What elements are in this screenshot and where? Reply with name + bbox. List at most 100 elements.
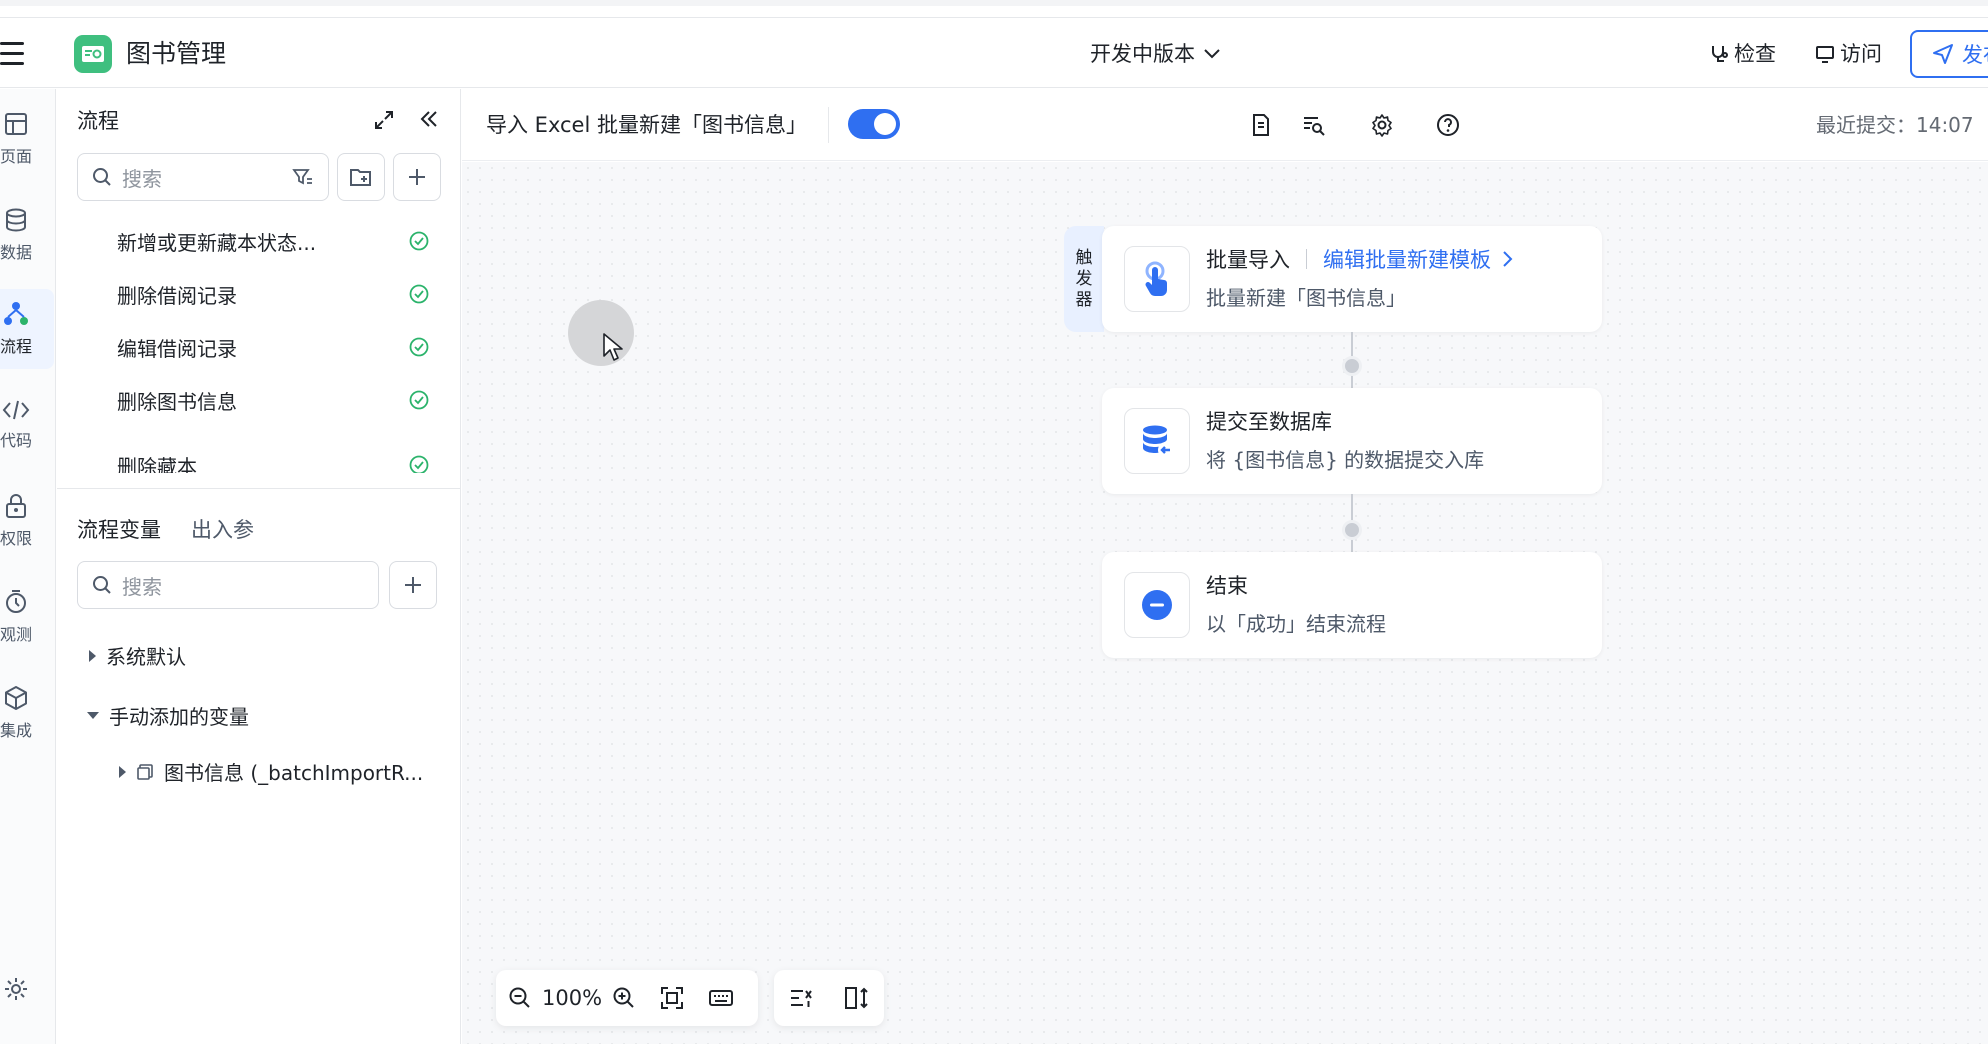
- rail-label: 观测: [0, 625, 32, 644]
- node-submit-db[interactable]: 提交至数据库 将 {图书信息} 的数据提交入库: [1102, 388, 1602, 494]
- cube-icon: [5, 686, 27, 710]
- rail-item-permission[interactable]: 权限: [0, 481, 54, 561]
- rail-item-data[interactable]: 数据: [0, 195, 54, 275]
- visit-button[interactable]: 访问: [1814, 38, 1882, 70]
- rail-label: 权限: [0, 529, 32, 548]
- flow-item-name: 删除藏本: [117, 454, 197, 474]
- rail-item-flow[interactable]: 流程: [0, 289, 54, 369]
- plus-icon: [405, 577, 421, 593]
- tab-flow-variables[interactable]: 流程变量: [77, 514, 161, 544]
- new-folder-button[interactable]: [337, 153, 385, 201]
- zoom-out-icon[interactable]: [508, 986, 532, 1010]
- app-header: 图书管理 开发中版本 检查 访问 发布: [0, 18, 1988, 88]
- flow-item-name: 编辑借阅记录: [117, 336, 237, 361]
- tree-node-variable[interactable]: 图书信息 (_batchImportR...: [119, 757, 423, 786]
- tree-label: 图书信息 (_batchImportR...: [164, 761, 424, 785]
- rail-label: 集成: [0, 721, 32, 740]
- node-subtitle: 以「成功」结束流程: [1206, 612, 1386, 636]
- database-icon: [6, 208, 26, 232]
- flow-list-item[interactable]: 删除借阅记录: [117, 274, 437, 314]
- publish-button[interactable]: 发布: [1910, 30, 1988, 78]
- keyboard-icon[interactable]: [708, 988, 734, 1008]
- fit-view-icon[interactable]: [660, 986, 684, 1010]
- tab-io-params[interactable]: 出入参: [191, 514, 254, 544]
- version-dropdown[interactable]: 开发中版本: [1090, 38, 1221, 70]
- version-label: 开发中版本: [1090, 42, 1195, 66]
- zoom-in-icon[interactable]: [612, 986, 636, 1010]
- check-button[interactable]: 检查: [1708, 38, 1776, 70]
- flow-list-item[interactable]: 新增或更新藏本状态...: [117, 221, 437, 261]
- flow-list-item[interactable]: 删除图书信息: [117, 380, 437, 420]
- success-check-icon: [409, 455, 429, 473]
- add-flow-button[interactable]: [393, 153, 441, 201]
- flow-canvas[interactable]: 触 发 器 批量导入 编辑批量新建模板 批量新建「图书信息」 提交至数据库 将 …: [462, 162, 1988, 1044]
- split-layout-icon[interactable]: [844, 986, 870, 1010]
- menu-icon[interactable]: [0, 18, 28, 88]
- search-placeholder: 搜索: [122, 574, 162, 599]
- success-check-icon: [409, 284, 429, 304]
- search-icon: [93, 168, 111, 186]
- flow-search-input[interactable]: 搜索: [77, 153, 329, 201]
- rail-item-settings[interactable]: [0, 949, 54, 1029]
- auto-layout-icon[interactable]: [789, 987, 815, 1009]
- title-separator: [1306, 249, 1307, 269]
- node-icon-box: [1124, 572, 1190, 638]
- collapse-panel-icon[interactable]: [417, 107, 441, 131]
- search-list-icon[interactable]: [1302, 113, 1326, 137]
- gear-icon[interactable]: [1370, 113, 1394, 137]
- add-variable-button[interactable]: [389, 561, 437, 609]
- check-label: 检查: [1734, 42, 1776, 66]
- chevron-down-icon: [1204, 49, 1220, 59]
- app-logo: [74, 35, 112, 73]
- expand-icon[interactable]: [373, 109, 395, 131]
- document-icon[interactable]: [1250, 113, 1272, 137]
- tree-node-system[interactable]: 系统默认: [89, 641, 186, 670]
- rail-item-pages[interactable]: 页面: [0, 99, 54, 179]
- search-icon: [93, 576, 111, 594]
- flow-list-item[interactable]: 编辑借阅记录: [117, 327, 437, 367]
- add-node-dot[interactable]: [1342, 520, 1362, 540]
- record-icon: [137, 763, 153, 780]
- trigger-tag: 触 发 器: [1064, 226, 1104, 332]
- zoom-level: 100%: [542, 986, 603, 1010]
- plus-icon: [409, 169, 425, 185]
- publish-label: 发布: [1962, 43, 1988, 67]
- rail-item-observe[interactable]: 观测: [0, 577, 54, 657]
- toolbar-divider: [828, 107, 829, 143]
- lock-icon: [6, 494, 26, 518]
- node-subtitle: 批量新建「图书信息」: [1206, 286, 1406, 310]
- add-node-dot[interactable]: [1342, 356, 1362, 376]
- node-title: 结束: [1206, 574, 1248, 598]
- node-title: 提交至数据库: [1206, 410, 1332, 434]
- database-submit-icon: [1143, 425, 1174, 458]
- flow-item-name: 删除图书信息: [117, 389, 237, 414]
- caret-right-icon: [119, 765, 126, 778]
- node-subtitle: 将 {图书信息} 的数据提交入库: [1206, 448, 1485, 472]
- left-nav-rail: 页面 数据 流程 代码 权限 观测 集成: [0, 89, 56, 1044]
- tree-label: 手动添加的变量: [109, 705, 249, 729]
- node-title: 批量导入: [1206, 248, 1290, 272]
- caret-down-icon: [87, 712, 99, 719]
- folder-plus-icon: [350, 169, 371, 186]
- rail-item-code[interactable]: 代码: [0, 385, 54, 465]
- code-icon: [2, 400, 30, 420]
- panel-divider: [57, 488, 460, 489]
- variable-search-input[interactable]: 搜索: [77, 561, 379, 609]
- visit-label: 访问: [1840, 42, 1882, 66]
- flow-list-item-partial[interactable]: [117, 197, 437, 223]
- flow-name: 导入 Excel 批量新建「图书信息」: [486, 113, 807, 137]
- node-batch-import[interactable]: 批量导入 编辑批量新建模板 批量新建「图书信息」: [1102, 226, 1602, 332]
- rail-label: 流程: [0, 337, 32, 356]
- panel-title: 流程: [77, 109, 119, 133]
- tree-node-manual[interactable]: 手动添加的变量: [87, 701, 249, 730]
- rail-item-integration[interactable]: 集成: [0, 673, 54, 753]
- success-check-icon: [409, 231, 429, 251]
- flow-enable-toggle[interactable]: [848, 109, 900, 139]
- filter-icon[interactable]: [292, 167, 314, 187]
- cursor-highlight: [568, 300, 634, 366]
- gear-icon: [5, 978, 27, 1000]
- flow-list-item[interactable]: 删除藏本: [117, 445, 437, 473]
- node-end[interactable]: 结束 以「成功」结束流程: [1102, 552, 1602, 658]
- help-icon[interactable]: [1436, 113, 1460, 137]
- edit-template-link[interactable]: 编辑批量新建模板: [1323, 244, 1491, 274]
